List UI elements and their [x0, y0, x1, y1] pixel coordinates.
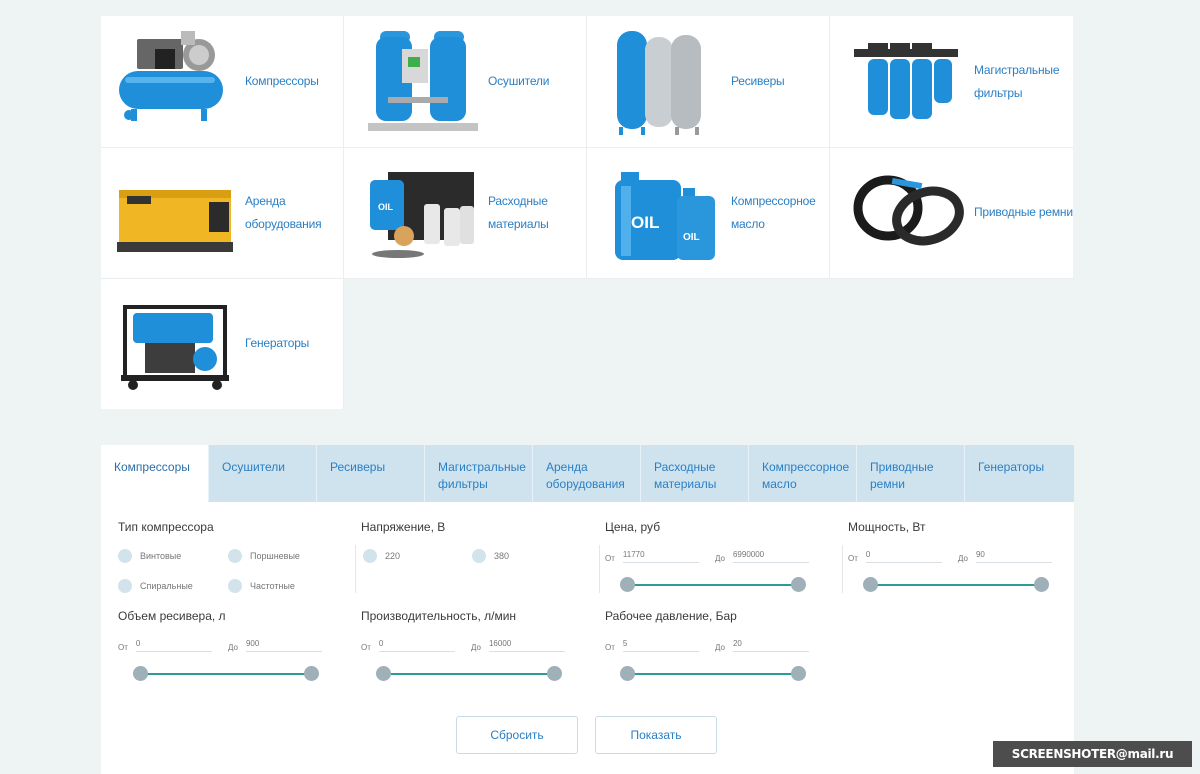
- option-frequency[interactable]: Частотные: [228, 579, 295, 593]
- filter-title: Напряжение, В: [361, 520, 446, 534]
- filter-receiver-volume: Объем ресивера, л От 0 До 900: [118, 609, 338, 685]
- line-filters-image: [844, 27, 972, 137]
- slider-max-handle[interactable]: [304, 666, 319, 681]
- svg-text:OIL: OIL: [631, 213, 659, 232]
- option-380[interactable]: 380: [472, 549, 509, 563]
- category-label: Приводные ремни: [974, 205, 1073, 219]
- slider-max-handle[interactable]: [791, 577, 806, 592]
- capacity-from-field[interactable]: От 0: [361, 639, 455, 652]
- slider-min-handle[interactable]: [133, 666, 148, 681]
- option-scroll[interactable]: Спиральные: [118, 579, 193, 593]
- power-slider[interactable]: [863, 577, 1049, 593]
- svg-text:OIL: OIL: [683, 232, 700, 243]
- slider-min-handle[interactable]: [620, 577, 635, 592]
- capacity-slider[interactable]: [376, 666, 562, 682]
- slider-min-handle[interactable]: [620, 666, 635, 681]
- pressure-to-field[interactable]: До 20: [715, 639, 809, 652]
- slider-min-handle[interactable]: [376, 666, 391, 681]
- category-label: Компрессоры: [245, 74, 319, 88]
- volume-from-field[interactable]: От 0: [118, 639, 212, 652]
- tab-line-filters[interactable]: Магистральные фильтры: [425, 445, 533, 502]
- slider-max-handle[interactable]: [791, 666, 806, 681]
- price-from-field[interactable]: От 11770: [605, 550, 699, 563]
- filter-pressure: Рабочее давление, Бар От 5 До 20: [605, 609, 825, 685]
- tab-dryers[interactable]: Осушители: [209, 445, 317, 502]
- category-drive-belts[interactable]: Приводные ремни: [830, 147, 1073, 278]
- category-label: Расходные материалы: [488, 193, 549, 231]
- rental-generator-image: [115, 158, 243, 268]
- filter-power: Мощность, Вт От 0 До 90: [848, 520, 1068, 596]
- filter-title: Производительность, л/мин: [361, 609, 517, 623]
- option-piston[interactable]: Поршневые: [228, 549, 300, 563]
- drive-belts-image: [844, 158, 972, 268]
- pressure-slider[interactable]: [620, 666, 806, 682]
- tab-consumables[interactable]: Расходные материалы: [641, 445, 749, 502]
- option-screw[interactable]: Винтовые: [118, 549, 181, 563]
- tab-generators[interactable]: Генераторы: [965, 445, 1074, 502]
- filter-title: Цена, руб: [605, 520, 661, 534]
- radio-dot: [472, 549, 486, 563]
- category-line-filters[interactable]: Магистральные фильтры: [830, 16, 1073, 147]
- radio-dot: [118, 549, 132, 563]
- filter-title: Мощность, Вт: [848, 520, 926, 534]
- tab-rental[interactable]: Аренда оборудования: [533, 445, 641, 502]
- filter-title: Тип компрессора: [118, 520, 214, 534]
- air-dryer-image: [358, 27, 486, 137]
- slider-max-handle[interactable]: [1034, 577, 1049, 592]
- radio-dot: [228, 549, 242, 563]
- radio-dot: [228, 579, 242, 593]
- price-slider[interactable]: [620, 577, 806, 593]
- category-consumables[interactable]: OIL Расходные материалы: [344, 147, 587, 278]
- watermark: SCREENSHOTER@mail.ru: [993, 741, 1192, 767]
- tab-compressors[interactable]: Компрессоры: [101, 445, 209, 502]
- filter-title: Рабочее давление, Бар: [605, 609, 737, 623]
- capacity-to-field[interactable]: До 16000: [471, 639, 565, 652]
- category-label: Ресиверы: [731, 74, 785, 88]
- volume-to-field[interactable]: До 900: [228, 639, 322, 652]
- pressure-from-field[interactable]: От 5: [605, 639, 699, 652]
- category-receivers[interactable]: Ресиверы: [587, 16, 830, 147]
- category-dryers[interactable]: Осушители: [344, 16, 587, 147]
- category-generators[interactable]: Генераторы: [101, 278, 344, 409]
- slider-min-handle[interactable]: [863, 577, 878, 592]
- radio-dot: [118, 579, 132, 593]
- consumables-image: OIL: [358, 158, 486, 268]
- category-label: Осушители: [488, 74, 550, 88]
- category-compressor-oil[interactable]: OIL OIL Компрессорное масло: [587, 147, 830, 278]
- category-label: Генераторы: [245, 336, 310, 350]
- filter-capacity: Производительность, л/мин От 0 До 16000: [361, 609, 581, 685]
- option-220[interactable]: 220: [363, 549, 400, 563]
- tab-compressor-oil[interactable]: Компрессорное масло: [749, 445, 857, 502]
- filter-title: Объем ресивера, л: [118, 609, 226, 623]
- volume-slider[interactable]: [133, 666, 319, 682]
- generator-image: [115, 289, 243, 399]
- price-to-field[interactable]: До 6990000: [715, 550, 809, 563]
- filter-compressor-type: Тип компрессора Винтовые Поршневые Спира…: [118, 520, 338, 600]
- category-label: Компрессорное масло: [731, 193, 816, 231]
- receiver-tanks-image: [601, 27, 729, 137]
- air-compressor-image: [115, 27, 243, 137]
- slider-max-handle[interactable]: [547, 666, 562, 681]
- power-from-field[interactable]: От 0: [848, 550, 942, 563]
- oil-canisters-image: OIL OIL: [601, 158, 729, 268]
- tab-drive-belts[interactable]: Приводные ремни: [857, 445, 965, 502]
- category-rental[interactable]: Аренда оборудования: [101, 147, 344, 278]
- category-label: Аренда оборудования: [245, 193, 322, 231]
- category-label: Магистральные фильтры: [974, 62, 1060, 100]
- category-compressors[interactable]: Компрессоры: [101, 16, 344, 147]
- power-to-field[interactable]: До 90: [958, 550, 1052, 563]
- filter-price: Цена, руб От 11770 До 6990000: [605, 520, 825, 596]
- category-tabs: Компрессоры Осушители Ресиверы Магистрал…: [101, 445, 1074, 502]
- filter-panel: Компрессоры Осушители Ресиверы Магистрал…: [101, 445, 1074, 774]
- filter-voltage: Напряжение, В 220 380: [361, 520, 581, 570]
- show-button[interactable]: Показать: [595, 716, 717, 754]
- reset-button[interactable]: Сбросить: [456, 716, 578, 754]
- tab-receivers[interactable]: Ресиверы: [317, 445, 425, 502]
- radio-dot: [363, 549, 377, 563]
- svg-text:OIL: OIL: [378, 202, 394, 212]
